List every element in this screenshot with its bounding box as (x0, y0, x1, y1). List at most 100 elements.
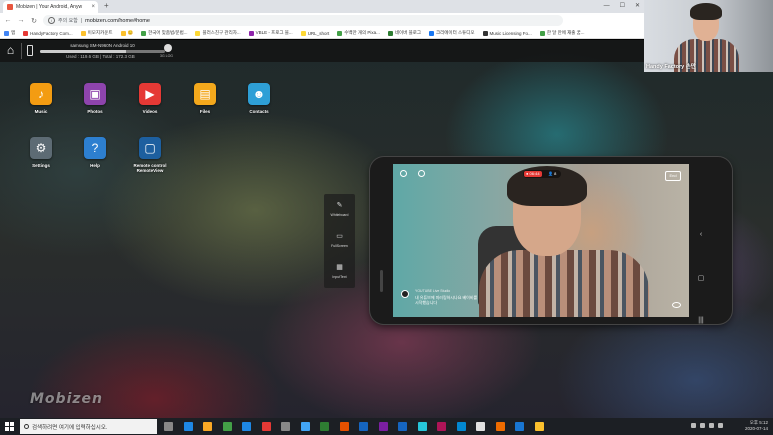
app-help[interactable]: ? Help (75, 137, 115, 168)
app-remote-control[interactable]: ▢ Remote control RemoteView (130, 137, 170, 173)
back-icon[interactable]: ‹ (696, 231, 706, 238)
reload-icon[interactable]: ↻ (30, 17, 38, 25)
bookmark-label: Music Licensing Fo... (489, 30, 532, 36)
side-toolbar: ✎ Whiteboard ▭ FullScreen ▦ InputText (324, 194, 355, 288)
bookmark-item[interactable]: 수백만 개의 Pixa... (337, 30, 380, 36)
bookmark-favicon-icon (141, 30, 147, 36)
info-icon[interactable]: i (48, 17, 55, 24)
app-contacts[interactable]: ☻ Contacts (239, 83, 279, 114)
app-files[interactable]: ▤ Files (185, 83, 225, 114)
bookmark-item[interactable]: URL_short (300, 30, 330, 36)
bookmark-favicon-icon (120, 30, 126, 36)
taskbar-search[interactable]: 검색하려면 여기에 입력하십시오. (20, 419, 157, 434)
help-icon: ? (84, 137, 106, 159)
pinned-app-icon[interactable] (398, 422, 407, 431)
end-stream-button[interactable]: End (665, 171, 681, 181)
bookmark-item[interactable]: 앱 (4, 30, 15, 36)
pinned-app-icon[interactable] (359, 422, 368, 431)
bookmark-item[interactable]: 플러스친구 관리자... (195, 30, 241, 36)
app-videos[interactable]: ▶ Videos (130, 83, 170, 114)
phone-screen[interactable]: ● 06:44 👤 8 End YOUTUBE Live Studio 내 유튜… (393, 164, 689, 317)
pinned-app-icon[interactable] (534, 422, 544, 431)
pinned-app-icon[interactable] (339, 422, 349, 431)
bookmark-label: 네이버 블로그 (394, 30, 422, 35)
tool-label: Whiteboard (330, 213, 349, 217)
tray-icon[interactable] (709, 423, 714, 428)
bookmark-item[interactable]: HandyFactory Com... (23, 30, 73, 36)
pinned-app-icon[interactable] (183, 422, 193, 431)
bookmark-item[interactable]: 크리에이터 스튜디오 (429, 30, 475, 36)
forward-arrow-icon[interactable]: → (17, 17, 25, 24)
minimize-button[interactable]: — (604, 0, 610, 12)
home-icon[interactable]: ⌂ (4, 44, 17, 57)
pinned-app-icon[interactable] (261, 422, 271, 431)
app-label: Help (90, 163, 100, 168)
app-label: Settings (32, 163, 50, 168)
bookmark-item[interactable]: 한국어 맞춤법/문법... (141, 30, 187, 36)
bookmark-item[interactable]: 이모지카운트 (80, 30, 113, 36)
tool-inputtext[interactable]: ▦ InputText (324, 256, 355, 287)
pinned-app-icon[interactable] (495, 422, 505, 431)
tool-whiteboard[interactable]: ✎ Whiteboard (324, 194, 355, 225)
tool-fullscreen[interactable]: ▭ FullScreen (324, 225, 355, 256)
separator: | (80, 17, 83, 24)
volume-icon[interactable] (718, 423, 723, 428)
rotate-icon[interactable] (418, 170, 425, 177)
tray-icon[interactable] (691, 423, 696, 428)
webcam-person-hair (690, 3, 722, 20)
inputtext-icon: ▦ (336, 264, 343, 271)
pinned-app-icon[interactable] (242, 422, 251, 431)
tab-title: Mobizen | Your Android, Anyw (16, 4, 83, 10)
stream-title: YOUTUBE Live Studio (415, 289, 451, 293)
pinned-app-icon[interactable] (222, 422, 232, 431)
windows-start-icon[interactable] (5, 422, 14, 431)
app-music[interactable]: ♪ Music (21, 83, 61, 114)
address-bar[interactable]: i 주의 요함 | mobizen.com/home#home (43, 15, 563, 26)
storage-text: Used : 119.6 GB | Total : 172.3 GB (66, 54, 135, 59)
bookmark-item[interactable]: Music Licensing Fo... (482, 30, 532, 36)
camera-switch-icon[interactable] (400, 170, 407, 177)
bookmark-label: URL_short (307, 30, 330, 36)
webcam-label: Handy Factory 손만 (646, 64, 696, 70)
bookmark-item[interactable]: 😊 (120, 30, 133, 36)
url-text[interactable]: mobizen.com/home#home (85, 18, 150, 24)
maximize-button[interactable]: ☐ (620, 0, 625, 12)
pinned-app-icon[interactable] (437, 422, 446, 431)
system-clock[interactable]: 오후 5:12 2020-07-14 (745, 420, 768, 432)
tray-icon[interactable] (700, 423, 705, 428)
bookmark-item[interactable]: 한 달 만에 재출 꿈... (539, 30, 585, 36)
pinned-app-icon[interactable] (456, 422, 466, 431)
phone-mirror: ● 06:44 👤 8 End YOUTUBE Live Studio 내 유튜… (370, 157, 732, 324)
search-placeholder: 검색하려면 여기에 입력하십시오. (32, 424, 108, 431)
back-arrow-icon[interactable]: ← (4, 17, 12, 24)
bookmark-item[interactable]: VBLE - 프로그 블... (248, 30, 293, 36)
speed-text: 3G LOG (160, 54, 174, 58)
pinned-app-icon[interactable] (320, 422, 329, 431)
bookmark-label: VBLE - 프로그 블... (255, 30, 293, 35)
person-shirt (479, 250, 649, 317)
chat-icon[interactable] (672, 302, 681, 308)
new-tab-button[interactable]: + (104, 1, 109, 10)
bookmark-item[interactable]: 네이버 블로그 (387, 30, 422, 36)
search-icon (24, 424, 29, 429)
home-button-icon[interactable]: ▢ (696, 274, 706, 282)
pinned-app-icon[interactable] (378, 422, 388, 431)
pinned-app-icon[interactable] (300, 422, 310, 431)
pinned-app-icon[interactable] (203, 422, 212, 431)
settings-icon: ⚙ (30, 137, 52, 159)
pinned-app-icon[interactable] (476, 422, 485, 431)
close-icon[interactable]: × (91, 4, 95, 10)
app-photos[interactable]: ▣ Photos (75, 83, 115, 114)
pinned-app-icon[interactable] (515, 422, 524, 431)
close-window-button[interactable]: ✕ (635, 0, 640, 12)
storage-bar (40, 50, 165, 53)
browser-tab-mobizen[interactable]: Mobizen | Your Android, Anyw × (3, 1, 98, 13)
app-label: Videos (142, 109, 158, 114)
pinned-app-icon[interactable] (164, 422, 173, 431)
videos-icon: ▶ (139, 83, 161, 105)
pinned-app-icon[interactable] (417, 422, 427, 431)
app-settings[interactable]: ⚙ Settings (21, 137, 61, 168)
app-label: Files (199, 109, 211, 114)
recent-apps-icon[interactable]: ||| (696, 317, 706, 324)
pinned-app-icon[interactable] (281, 422, 290, 431)
